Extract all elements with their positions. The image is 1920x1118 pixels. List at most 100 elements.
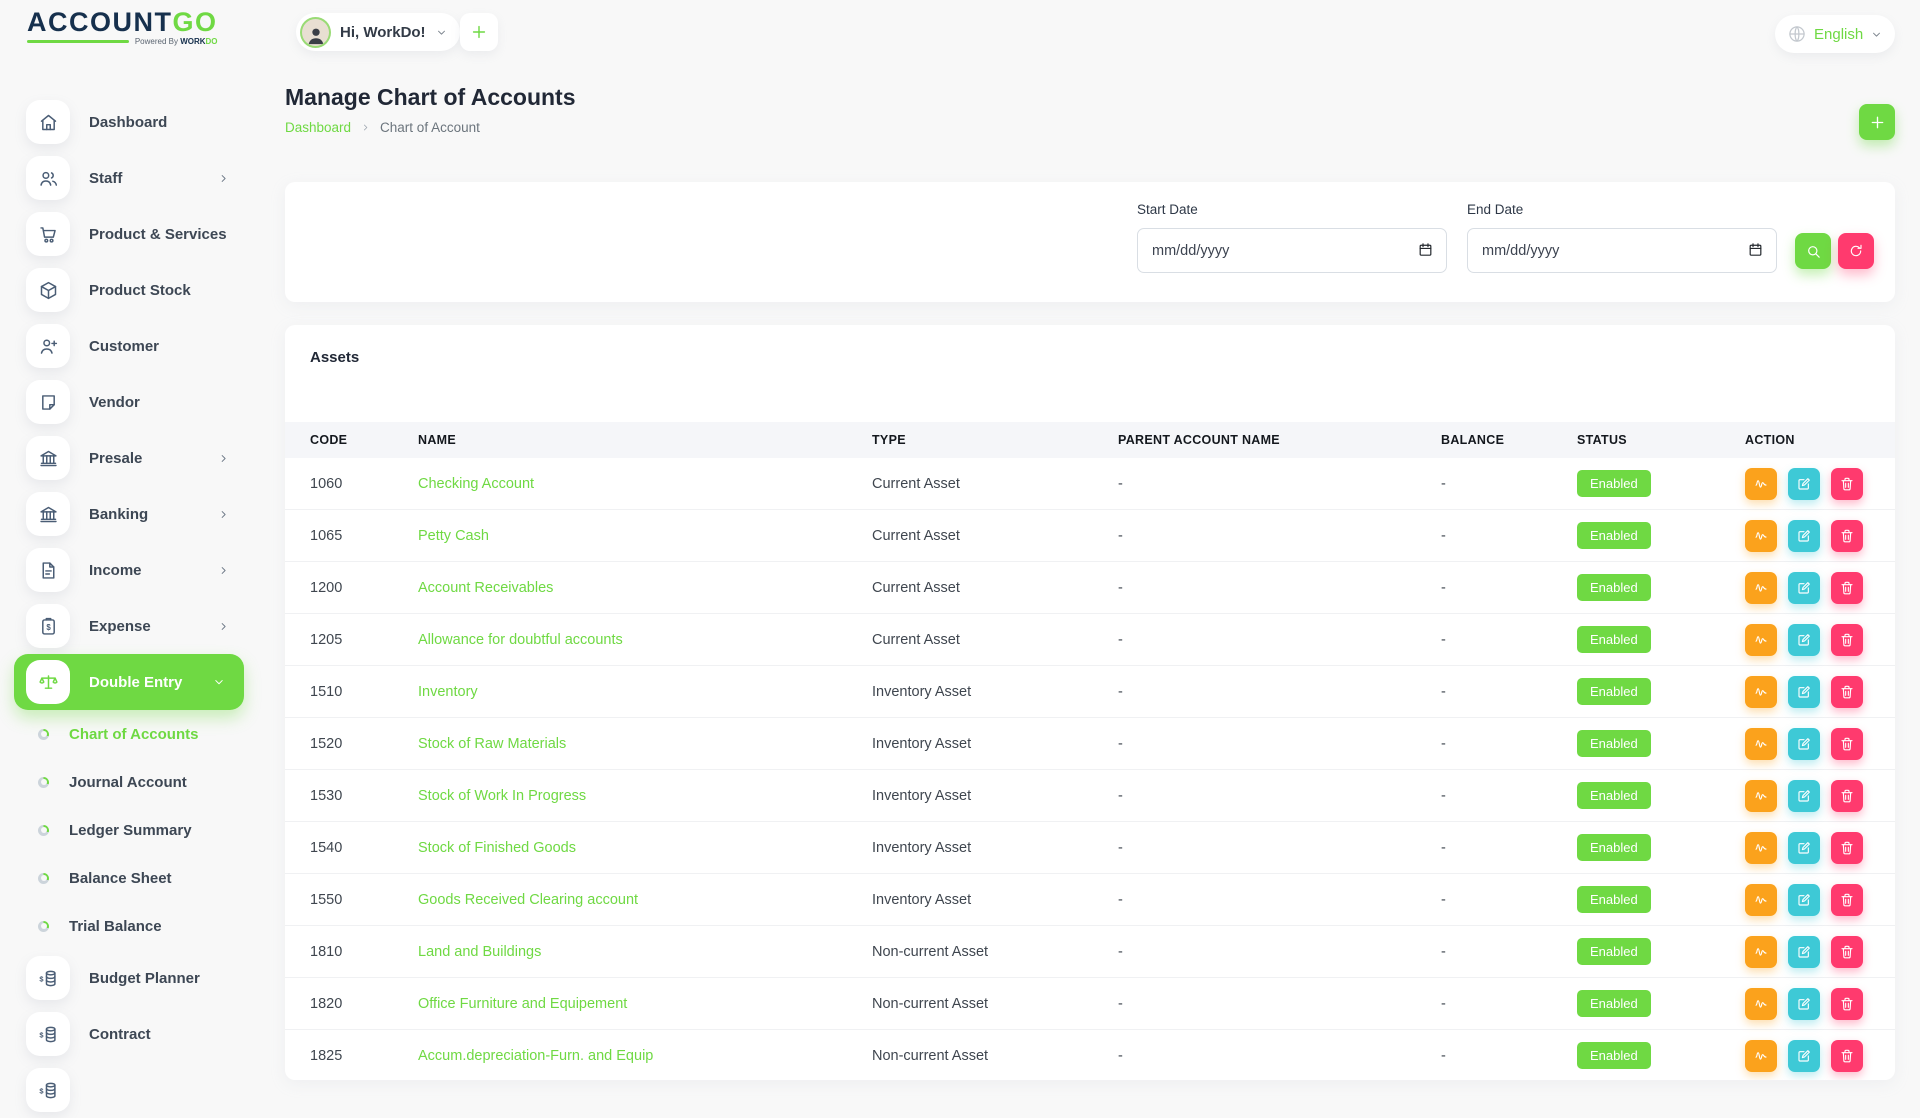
table-row: 1520Stock of Raw MaterialsInventory Asse… bbox=[285, 718, 1895, 770]
sidebar-item-partial[interactable] bbox=[0, 1062, 262, 1118]
edit-button[interactable] bbox=[1788, 728, 1820, 760]
sidebar-item-presale[interactable]: Presale bbox=[0, 430, 262, 486]
brand-logo[interactable]: ACCOUNTGO Powered By WORKDO bbox=[27, 8, 218, 46]
sidebar-item-product-services[interactable]: Product & Services bbox=[0, 206, 262, 262]
activity-button[interactable] bbox=[1745, 884, 1777, 916]
cart-icon bbox=[26, 212, 70, 256]
edit-button[interactable] bbox=[1788, 520, 1820, 552]
delete-button[interactable] bbox=[1831, 884, 1863, 916]
sidebar-subitem-balance-sheet[interactable]: Balance Sheet bbox=[0, 854, 262, 902]
wave-icon bbox=[1753, 840, 1769, 856]
activity-button[interactable] bbox=[1745, 1040, 1777, 1072]
delete-button[interactable] bbox=[1831, 624, 1863, 656]
sidebar-item-double-entry[interactable]: Double Entry bbox=[14, 654, 244, 710]
edit-button[interactable] bbox=[1788, 468, 1820, 500]
delete-button[interactable] bbox=[1831, 1040, 1863, 1072]
wave-icon bbox=[1753, 736, 1769, 752]
edit-button[interactable] bbox=[1788, 780, 1820, 812]
activity-button[interactable] bbox=[1745, 832, 1777, 864]
delete-button[interactable] bbox=[1831, 780, 1863, 812]
edit-button[interactable] bbox=[1788, 572, 1820, 604]
search-button[interactable] bbox=[1795, 233, 1831, 269]
delete-button[interactable] bbox=[1831, 676, 1863, 708]
trash-icon bbox=[1839, 528, 1855, 544]
account-name-link[interactable]: Accum.depreciation-Furn. and Equip bbox=[418, 1048, 653, 1064]
account-name-link[interactable]: Stock of Work In Progress bbox=[418, 788, 586, 804]
parent-account-name: - bbox=[1118, 736, 1441, 752]
edit-button[interactable] bbox=[1788, 832, 1820, 864]
user-menu[interactable]: Hi, WorkDo! bbox=[296, 13, 460, 51]
account-name-link[interactable]: Stock of Finished Goods bbox=[418, 840, 576, 856]
delete-button[interactable] bbox=[1831, 520, 1863, 552]
sidebar-item-vendor[interactable]: Vendor bbox=[0, 374, 262, 430]
scales-icon bbox=[38, 672, 59, 693]
account-balance: - bbox=[1441, 944, 1577, 960]
sidebar-item-expense[interactable]: Expense bbox=[0, 598, 262, 654]
activity-button[interactable] bbox=[1745, 988, 1777, 1020]
activity-button[interactable] bbox=[1745, 520, 1777, 552]
delete-button[interactable] bbox=[1831, 728, 1863, 760]
breadcrumb-dashboard-link[interactable]: Dashboard bbox=[285, 120, 351, 135]
account-name-link[interactable]: Goods Received Clearing account bbox=[418, 892, 638, 908]
sidebar-item-budget-planner[interactable]: Budget Planner bbox=[0, 950, 262, 1006]
account-name-link[interactable]: Petty Cash bbox=[418, 528, 489, 544]
submenu-bullet-icon bbox=[38, 921, 49, 932]
language-selector[interactable]: English bbox=[1775, 15, 1895, 53]
sidebar-item-banking[interactable]: Banking bbox=[0, 486, 262, 542]
activity-button[interactable] bbox=[1745, 728, 1777, 760]
status-badge: Enabled bbox=[1577, 626, 1651, 653]
edit-button[interactable] bbox=[1788, 988, 1820, 1020]
sidebar-item-contract[interactable]: Contract bbox=[0, 1006, 262, 1062]
edit-button[interactable] bbox=[1788, 624, 1820, 656]
delete-button[interactable] bbox=[1831, 936, 1863, 968]
sidebar-subitem-trial-balance[interactable]: Trial Balance bbox=[0, 902, 262, 950]
activity-button[interactable] bbox=[1745, 468, 1777, 500]
delete-button[interactable] bbox=[1831, 988, 1863, 1020]
sidebar-item-dashboard[interactable]: Dashboard bbox=[0, 94, 262, 150]
activity-button[interactable] bbox=[1745, 624, 1777, 656]
account-balance: - bbox=[1441, 476, 1577, 492]
create-account-button[interactable] bbox=[1859, 104, 1895, 140]
edit-icon bbox=[1796, 476, 1812, 492]
account-balance: - bbox=[1441, 892, 1577, 908]
status-badge: Enabled bbox=[1577, 1042, 1651, 1069]
table-row: 1540Stock of Finished GoodsInventory Ass… bbox=[285, 822, 1895, 874]
coins-icon bbox=[38, 968, 59, 989]
account-name-link[interactable]: Land and Buildings bbox=[418, 944, 541, 960]
sidebar-item-customer[interactable]: Customer bbox=[0, 318, 262, 374]
activity-button[interactable] bbox=[1745, 780, 1777, 812]
end-date-input[interactable] bbox=[1467, 228, 1777, 273]
section-title: Assets bbox=[310, 349, 359, 366]
users-icon bbox=[26, 156, 70, 200]
account-name-link[interactable]: Checking Account bbox=[418, 476, 534, 492]
delete-button[interactable] bbox=[1831, 572, 1863, 604]
start-date-input[interactable] bbox=[1137, 228, 1447, 273]
account-name-link[interactable]: Account Receivables bbox=[418, 580, 553, 596]
account-name-link[interactable]: Office Furniture and Equipement bbox=[418, 996, 627, 1012]
clipboard-icon bbox=[38, 616, 59, 637]
activity-button[interactable] bbox=[1745, 572, 1777, 604]
sidebar-subitem-chart-of-accounts[interactable]: Chart of Accounts bbox=[0, 710, 262, 758]
sidebar-subitem-journal-account[interactable]: Journal Account bbox=[0, 758, 262, 806]
trash-icon bbox=[1839, 1048, 1855, 1064]
edit-button[interactable] bbox=[1788, 936, 1820, 968]
delete-button[interactable] bbox=[1831, 468, 1863, 500]
reset-button[interactable] bbox=[1838, 233, 1874, 269]
sidebar-item-product-stock[interactable]: Product Stock bbox=[0, 262, 262, 318]
account-name-link[interactable]: Inventory bbox=[418, 684, 478, 700]
activity-button[interactable] bbox=[1745, 676, 1777, 708]
edit-button[interactable] bbox=[1788, 676, 1820, 708]
edit-icon bbox=[1796, 684, 1812, 700]
edit-button[interactable] bbox=[1788, 1040, 1820, 1072]
sidebar-subitem-ledger-summary[interactable]: Ledger Summary bbox=[0, 806, 262, 854]
activity-button[interactable] bbox=[1745, 936, 1777, 968]
account-balance: - bbox=[1441, 632, 1577, 648]
quick-add-button[interactable] bbox=[460, 13, 498, 51]
account-name-link[interactable]: Stock of Raw Materials bbox=[418, 736, 566, 752]
delete-button[interactable] bbox=[1831, 832, 1863, 864]
sidebar-item-income[interactable]: Income bbox=[0, 542, 262, 598]
edit-button[interactable] bbox=[1788, 884, 1820, 916]
sidebar-item-staff[interactable]: Staff bbox=[0, 150, 262, 206]
note-icon bbox=[26, 380, 70, 424]
account-name-link[interactable]: Allowance for doubtful accounts bbox=[418, 632, 623, 648]
